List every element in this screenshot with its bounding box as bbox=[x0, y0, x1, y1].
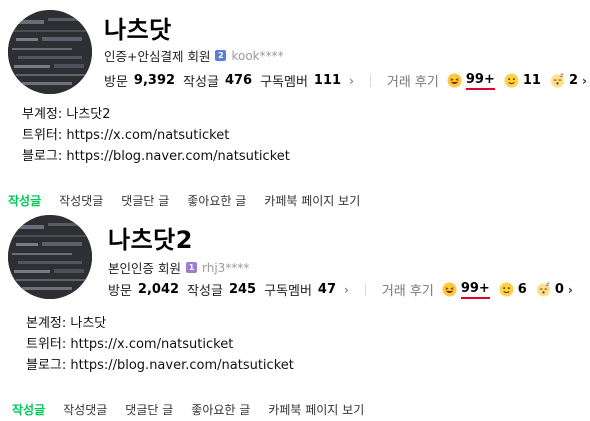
profile-tabs: 작성글 작성댓글 댓글단 글 좋아요한 글 카페북 페이지 보기 bbox=[12, 401, 382, 418]
twitter-link[interactable]: 트위터: https://x.com/natsuticket bbox=[22, 125, 290, 146]
tab-liked-posts[interactable]: 좋아요한 글 bbox=[191, 401, 250, 418]
nickname: 나츠닷 bbox=[104, 16, 172, 44]
review-laughing-count[interactable]: 99+ bbox=[460, 281, 490, 299]
blog-link[interactable]: 블로그: https://blog.naver.com/natsuticket bbox=[26, 355, 294, 376]
stat-subscribers-label[interactable]: 구독멤버 bbox=[260, 71, 308, 90]
stat-visits-value: 2,042 bbox=[137, 282, 180, 297]
sleepy-emoji-icon bbox=[550, 73, 564, 88]
review-label: 거래 후기 bbox=[381, 284, 434, 299]
stat-visits-value: 9,392 bbox=[133, 73, 176, 88]
tab-commented-posts[interactable]: 댓글단 글 bbox=[125, 401, 173, 418]
grade-label: 인증+안심결제 회원 bbox=[104, 49, 211, 64]
smiling-emoji-icon bbox=[499, 282, 514, 297]
review-sleepy-count[interactable]: 0 bbox=[555, 282, 564, 297]
profile-card-1: 나츠닷 인증+안심결제 회원 2 kook**** 방문 9,392 작성글 4… bbox=[0, 0, 590, 210]
tab-liked-posts[interactable]: 좋아요한 글 bbox=[187, 192, 246, 209]
profile-links: 본계정: 나츠닷 트위터: https://x.com/natsuticket … bbox=[26, 313, 294, 376]
chevron-right-icon[interactable]: › bbox=[349, 74, 354, 88]
laughing-emoji-icon bbox=[442, 282, 457, 297]
laughing-emoji-icon bbox=[447, 73, 462, 88]
stat-visits-label: 방문 bbox=[108, 284, 132, 299]
user-id: kook**** bbox=[231, 48, 284, 63]
profile-links: 부계정: 나츠닷2 트위터: https://x.com/natsuticket… bbox=[22, 104, 290, 167]
chevron-right-icon[interactable]: › bbox=[568, 283, 573, 297]
grade-badge-icon: 1 bbox=[185, 262, 197, 273]
tab-commented-posts[interactable]: 댓글단 글 bbox=[121, 192, 169, 209]
review-sleepy-count[interactable]: 2 bbox=[569, 73, 578, 88]
smiling-emoji-icon bbox=[504, 73, 519, 88]
review-label: 거래 후기 bbox=[386, 75, 439, 90]
review-laughing-count[interactable]: 99+ bbox=[465, 72, 495, 90]
grade-label: 본인인증 회원 bbox=[108, 261, 181, 276]
sub-account-link[interactable]: 부계정: 나츠닷2 bbox=[22, 104, 290, 125]
profile-card-2: 나츠닷2 본인인증 회원 1 rhj3**** 방문 2,042 작성글 245… bbox=[0, 210, 590, 420]
stat-visits-label: 방문 bbox=[104, 75, 128, 90]
member-grade: 본인인증 회원 1 rhj3**** bbox=[108, 258, 249, 277]
tab-cafebook[interactable]: 카페북 페이지 보기 bbox=[264, 192, 360, 209]
grade-badge-icon: 2 bbox=[215, 50, 227, 61]
sleepy-emoji-icon bbox=[536, 282, 550, 297]
stats-row: 방문 9,392 작성글 476 구독멤버 111 › 거래 후기 99+ 11 bbox=[104, 71, 590, 91]
tab-cafebook[interactable]: 카페북 페이지 보기 bbox=[268, 401, 364, 418]
tab-posts[interactable]: 작성글 bbox=[8, 192, 41, 209]
profile-tabs: 작성글 작성댓글 댓글단 글 좋아요한 글 카페북 페이지 보기 bbox=[8, 192, 378, 209]
avatar[interactable] bbox=[8, 215, 92, 299]
review-smiling-count[interactable]: 6 bbox=[518, 282, 527, 297]
chevron-right-icon[interactable]: › bbox=[582, 74, 587, 88]
twitter-link[interactable]: 트위터: https://x.com/natsuticket bbox=[26, 334, 294, 355]
stat-subscribers-label[interactable]: 구독멤버 bbox=[264, 280, 312, 299]
stat-posts-label[interactable]: 작성글 bbox=[183, 71, 219, 90]
stats-row: 방문 2,042 작성글 245 구독멤버 47 › 거래 후기 99+ 6 0 bbox=[108, 280, 589, 300]
nickname: 나츠닷2 bbox=[108, 226, 193, 254]
stat-posts-value[interactable]: 245 bbox=[229, 282, 256, 297]
stat-subscribers-value[interactable]: 47 bbox=[318, 282, 336, 297]
stat-subscribers-value[interactable]: 111 bbox=[314, 73, 341, 88]
main-account-link[interactable]: 본계정: 나츠닷 bbox=[26, 313, 294, 334]
tab-comments[interactable]: 작성댓글 bbox=[63, 401, 107, 418]
avatar[interactable] bbox=[8, 10, 92, 94]
user-id: rhj3**** bbox=[201, 260, 250, 275]
tab-posts[interactable]: 작성글 bbox=[12, 401, 45, 418]
chevron-right-icon[interactable]: › bbox=[344, 283, 349, 297]
divider bbox=[364, 283, 366, 296]
blog-link[interactable]: 블로그: https://blog.naver.com/natsuticket bbox=[22, 146, 290, 167]
stat-posts-label[interactable]: 작성글 bbox=[187, 280, 223, 299]
member-grade: 인증+안심결제 회원 2 kook**** bbox=[104, 46, 284, 65]
divider bbox=[369, 74, 371, 87]
tab-comments[interactable]: 작성댓글 bbox=[59, 192, 103, 209]
review-smiling-count[interactable]: 11 bbox=[523, 73, 541, 88]
stat-posts-value[interactable]: 476 bbox=[225, 73, 252, 88]
